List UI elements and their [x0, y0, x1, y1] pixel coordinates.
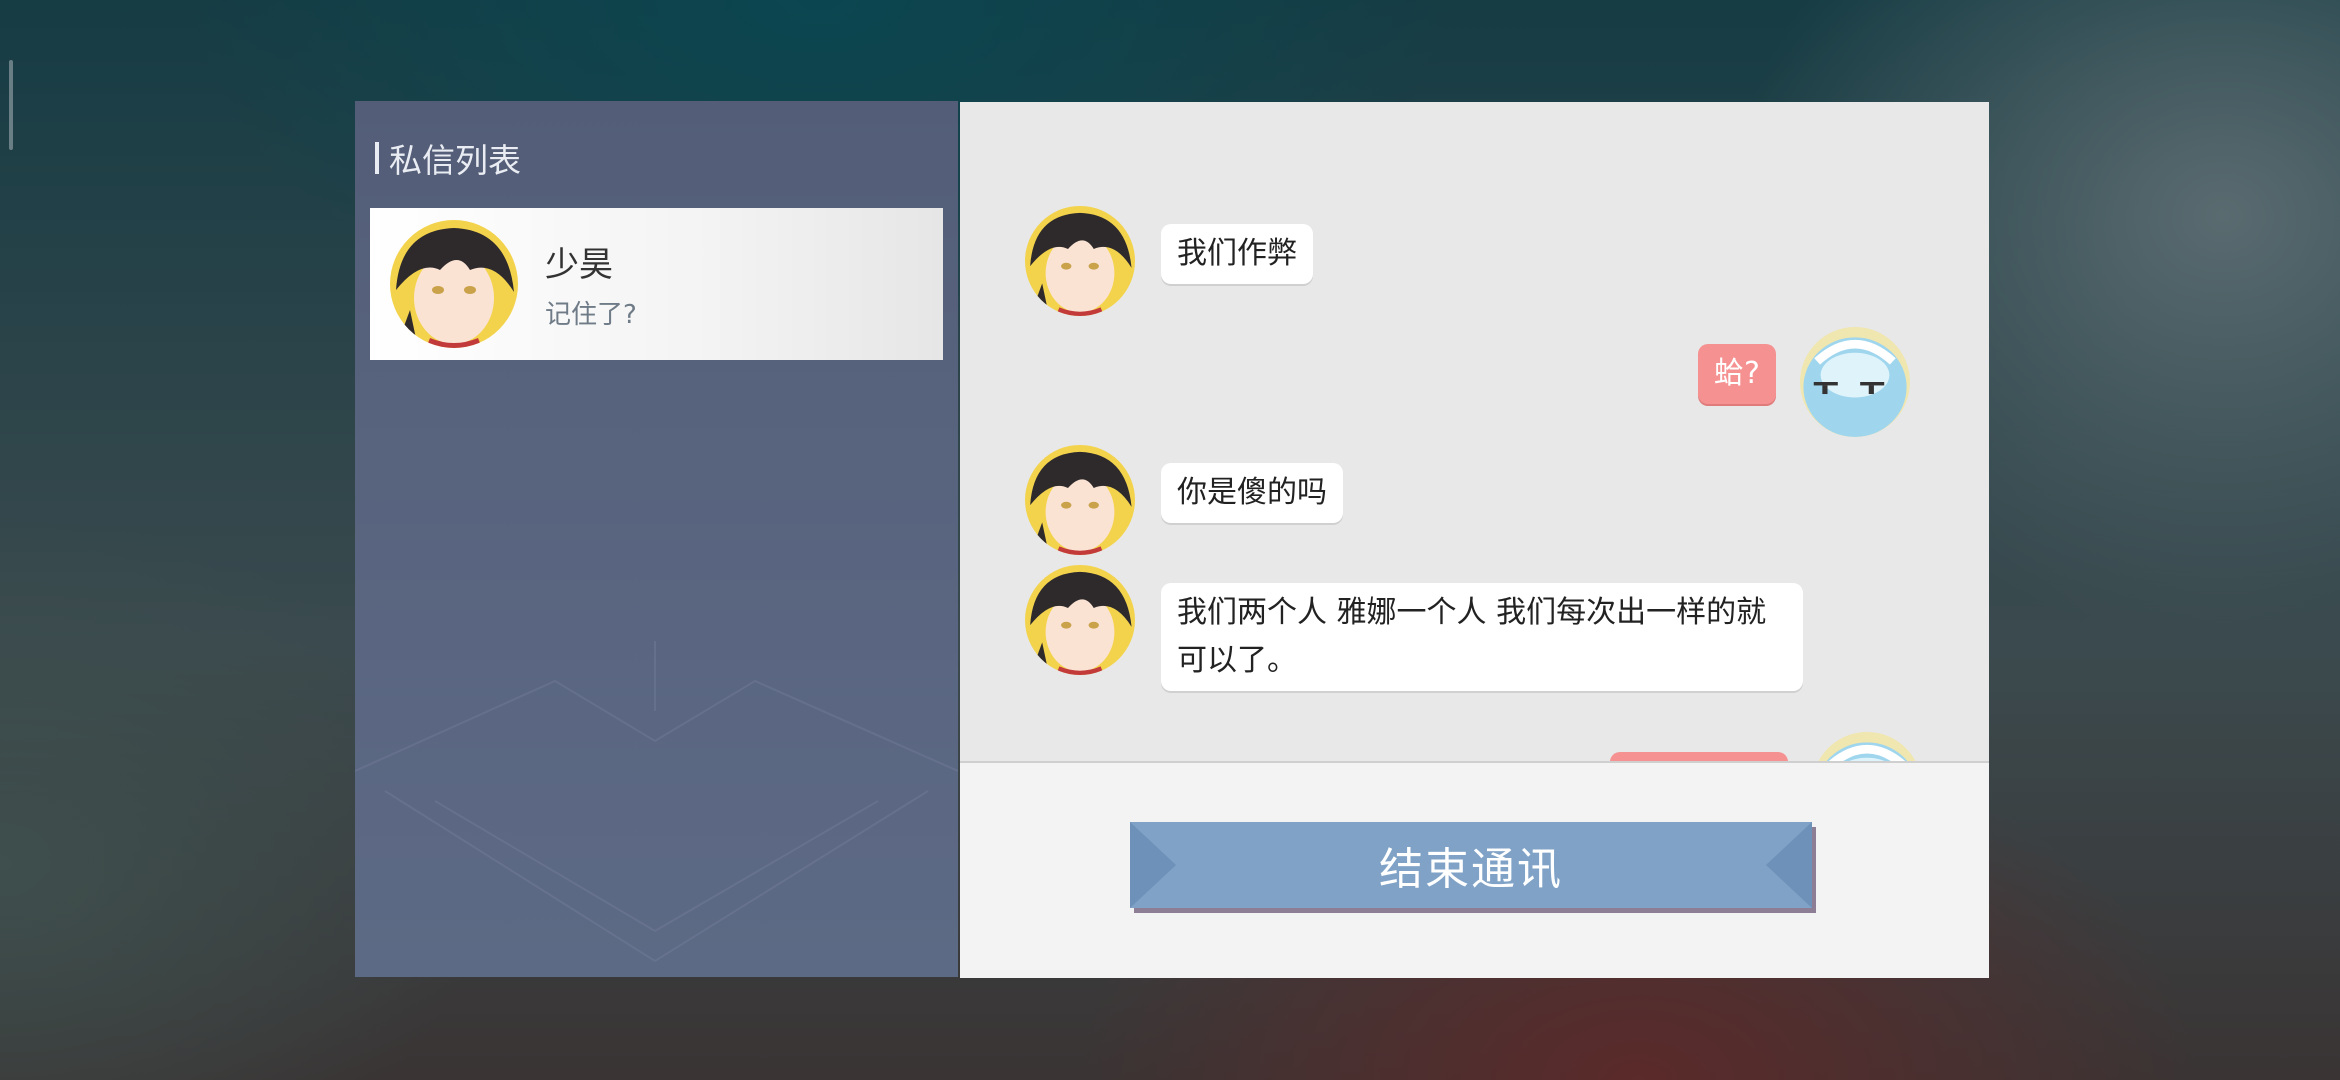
end-communication-label: 结束通讯 [1379, 844, 1563, 895]
avatar [390, 220, 518, 348]
avatar [1025, 565, 1135, 675]
panel-title: 私信列表 [375, 134, 521, 182]
end-communication-button[interactable]: 结束通讯 [1130, 822, 1812, 908]
chat-footer: 结束通讯 [960, 763, 1989, 978]
avatar [1025, 206, 1135, 316]
message-bubble-mine: 蛤? [1698, 344, 1776, 404]
message-line: 可以了。 [1177, 643, 1297, 678]
message-row-mine [1610, 732, 1922, 761]
chat-panel: 我们作弊 蛤? 你是傻的吗 我们两个人 雅娜一个人 我们每次出一样的就 可以了。… [960, 102, 1989, 978]
contact-preview: 记住了? [545, 300, 637, 330]
avatar [1025, 445, 1135, 555]
message-bubble: 我们两个人 雅娜一个人 我们每次出一样的就 可以了。 [1161, 583, 1803, 691]
message-row: 我们两个人 雅娜一个人 我们每次出一样的就 可以了。 [1025, 565, 1803, 691]
message-row: 我们作弊 [1025, 206, 1313, 316]
contact-item-shaohao[interactable]: 少昊 记住了? [370, 208, 943, 360]
message-line: 我们两个人 雅娜一个人 我们每次出一样的就 [1177, 595, 1767, 630]
message-bubble-mine [1610, 752, 1788, 761]
message-row-mine: 蛤? [1698, 327, 1910, 437]
edge-handle[interactable] [9, 60, 13, 150]
avatar-self [1799, 327, 1910, 437]
message-bubble: 你是傻的吗 [1161, 463, 1343, 523]
contact-name: 少昊 [545, 245, 613, 285]
panel-title-text: 私信列表 [389, 141, 521, 180]
background-decoration [355, 641, 958, 963]
avatar-self [1812, 732, 1922, 761]
message-bubble: 我们作弊 [1161, 224, 1313, 284]
message-list-panel: 私信列表 少昊 记住了? [355, 101, 958, 977]
message-row: 你是傻的吗 [1025, 445, 1343, 555]
message-list[interactable]: 我们作弊 蛤? 你是傻的吗 我们两个人 雅娜一个人 我们每次出一样的就 可以了。 [960, 102, 1989, 761]
